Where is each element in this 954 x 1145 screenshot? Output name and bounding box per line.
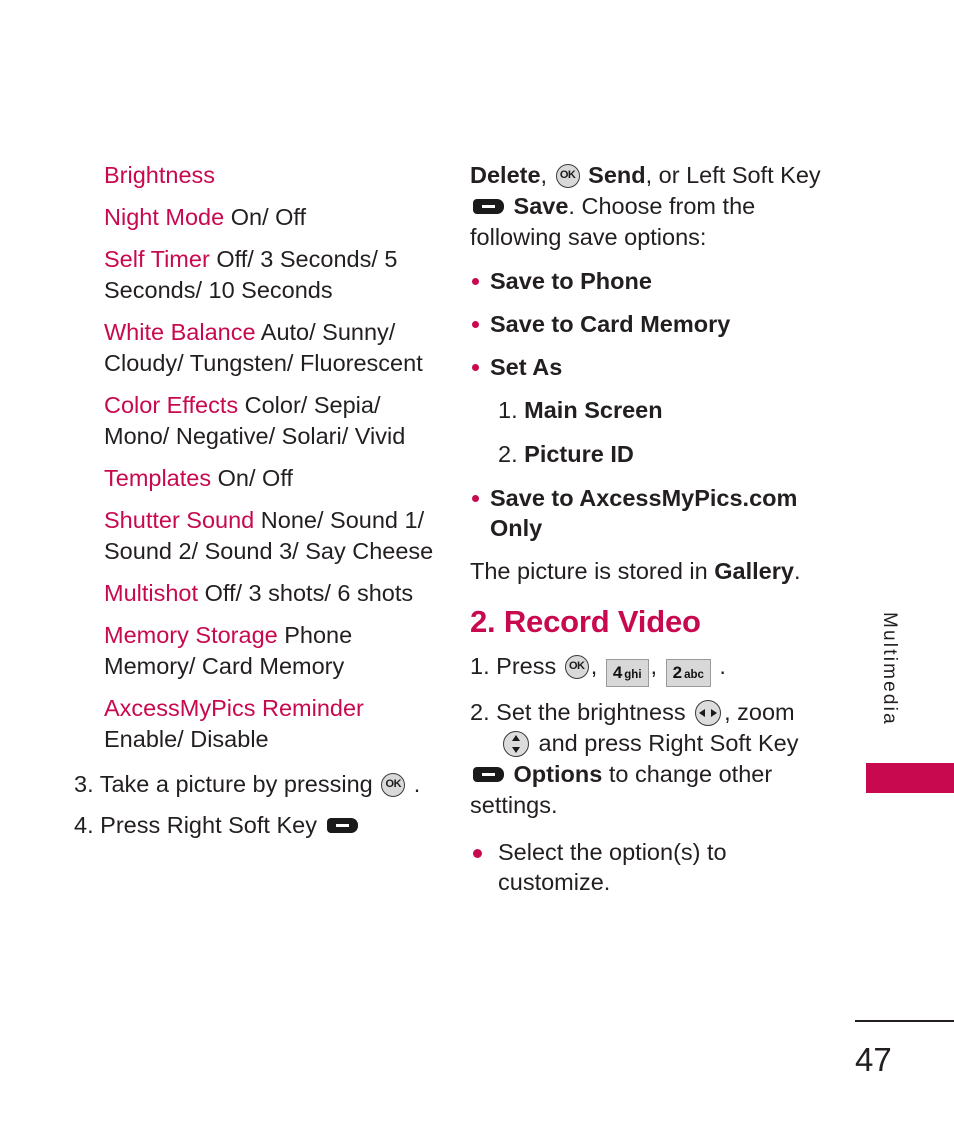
key-digit: 4 — [612, 663, 623, 682]
setting-values: On/ Off — [230, 204, 307, 230]
save-option-item: Save to Card Memory — [470, 309, 830, 339]
final-bullet-select-options: Select the option(s) to customize. — [470, 837, 830, 897]
setting-row: Color Effects Color/ Sepia/ Mono/ Negati… — [100, 390, 440, 452]
setting-row: Shutter Sound None/ Sound 1/ Sound 2/ So… — [100, 505, 440, 567]
step-take-picture: 3. Take a picture by pressing OK . — [74, 769, 440, 800]
setting-name: White Balance — [104, 319, 256, 345]
intro-mid: , or Left Soft Key — [645, 162, 821, 188]
comma: , — [590, 653, 598, 679]
save-option-item: Save to Phone — [470, 266, 830, 296]
setting-name: Memory Storage — [104, 622, 278, 648]
setting-row: AxcessMyPics Reminder Enable/ Disable — [100, 693, 440, 755]
setting-row: Multishot Off/ 3 shots/ 6 shots — [100, 578, 440, 609]
ok-key-icon: OK — [564, 655, 589, 679]
chapter-tab-marker — [866, 763, 954, 793]
set-as-item: 1. Main Screen — [470, 395, 830, 426]
step-number: 4. — [74, 812, 94, 838]
set-as-item: 2. Picture ID — [470, 439, 830, 470]
stored-note-before: The picture is stored in — [470, 558, 708, 584]
step-text: Take a picture by pressing — [99, 771, 373, 797]
save-options-intro: Delete, OK Send, or Left Soft Key Save. … — [470, 160, 830, 253]
set-as-label: Main Screen — [524, 397, 663, 423]
setting-row: Night Mode On/ Off — [100, 202, 440, 233]
step-set-brightness: 2. Set the brightness , zoom and press R… — [470, 697, 830, 821]
right-column: Delete, OK Send, or Left Soft Key Save. … — [470, 160, 830, 910]
set-as-number: 2. — [498, 441, 518, 467]
save-label: Save — [513, 193, 569, 219]
save-option-item: Set As — [470, 352, 830, 382]
setting-values: On/ Off — [217, 465, 293, 491]
key-4-ghi-icon: 4 ghi — [605, 659, 649, 687]
setting-row: Brightness — [100, 160, 440, 191]
setting-name: AxcessMyPics Reminder — [104, 695, 364, 721]
footer-divider — [855, 1020, 954, 1022]
setting-name: Color Effects — [104, 392, 239, 418]
setting-row: White Balance Auto/ Sunny/ Cloudy/ Tungs… — [100, 317, 440, 379]
step-text-mid: , zoom — [724, 699, 795, 725]
setting-values: Off/ 3 shots/ 6 shots — [204, 580, 414, 606]
delete-label: Delete — [470, 162, 541, 188]
ok-key-icon: OK — [381, 773, 406, 797]
setting-name: Self Timer — [104, 246, 210, 272]
step-text: Press Right Soft Key — [100, 812, 317, 838]
send-label: Send — [588, 162, 646, 188]
set-as-label: Picture ID — [524, 441, 634, 467]
page-number: 47 — [855, 1041, 892, 1078]
step-press-right-soft-key: 4. Press Right Soft Key — [74, 810, 440, 841]
comma: , — [650, 653, 658, 679]
step-number: 2. — [470, 699, 490, 725]
key-letters: abc — [684, 669, 704, 681]
step-number: 1. — [470, 653, 490, 679]
setting-name: Templates — [104, 465, 212, 491]
gallery-label: Gallery — [714, 558, 794, 584]
chapter-tab-label: Multimedia — [879, 612, 900, 726]
ok-key-icon: OK — [555, 164, 580, 188]
period: . — [719, 653, 726, 679]
soft-key-icon — [473, 767, 504, 782]
setting-name: Night Mode — [104, 204, 225, 230]
save-option-item: Save to AxcessMyPics.com Only — [470, 483, 830, 543]
step-text-end: . — [413, 771, 421, 797]
step-text-mid2: and press Right Soft Key — [538, 730, 799, 756]
step-text: Press — [496, 653, 557, 679]
setting-name: Shutter Sound — [104, 507, 255, 533]
setting-name: Brightness — [104, 162, 216, 188]
nav-up-down-icon — [503, 731, 529, 757]
setting-name: Multishot — [104, 580, 199, 606]
options-label: Options — [513, 761, 603, 787]
step-press-keys: 1. Press OK, 4 ghi, 2 abc . — [470, 651, 830, 687]
setting-row: Memory Storage Phone Memory/ Card Memory — [100, 620, 440, 682]
stored-note: The picture is stored in Gallery. — [470, 556, 830, 587]
soft-key-icon — [473, 199, 504, 214]
soft-key-icon — [326, 818, 358, 833]
key-digit: 2 — [672, 663, 683, 682]
step-text: Set the brightness — [496, 699, 686, 725]
manual-page: Brightness Night Mode On/ Off Self Timer… — [0, 0, 954, 1145]
left-column: Brightness Night Mode On/ Off Self Timer… — [74, 160, 440, 851]
setting-values: Enable/ Disable — [104, 726, 269, 752]
nav-left-right-icon — [695, 700, 722, 726]
key-letters: ghi — [624, 669, 642, 681]
key-2-abc-icon: 2 abc — [665, 659, 711, 687]
setting-row: Self Timer Off/ 3 Seconds/ 5 Seconds/ 10… — [100, 244, 440, 306]
comma: , — [540, 162, 548, 188]
set-as-number: 1. — [498, 397, 518, 423]
section-heading-record-video: 2. Record Video — [470, 604, 701, 639]
stored-note-after: . — [793, 558, 801, 584]
step-number: 3. — [74, 771, 94, 797]
setting-row: Templates On/ Off — [100, 463, 440, 494]
